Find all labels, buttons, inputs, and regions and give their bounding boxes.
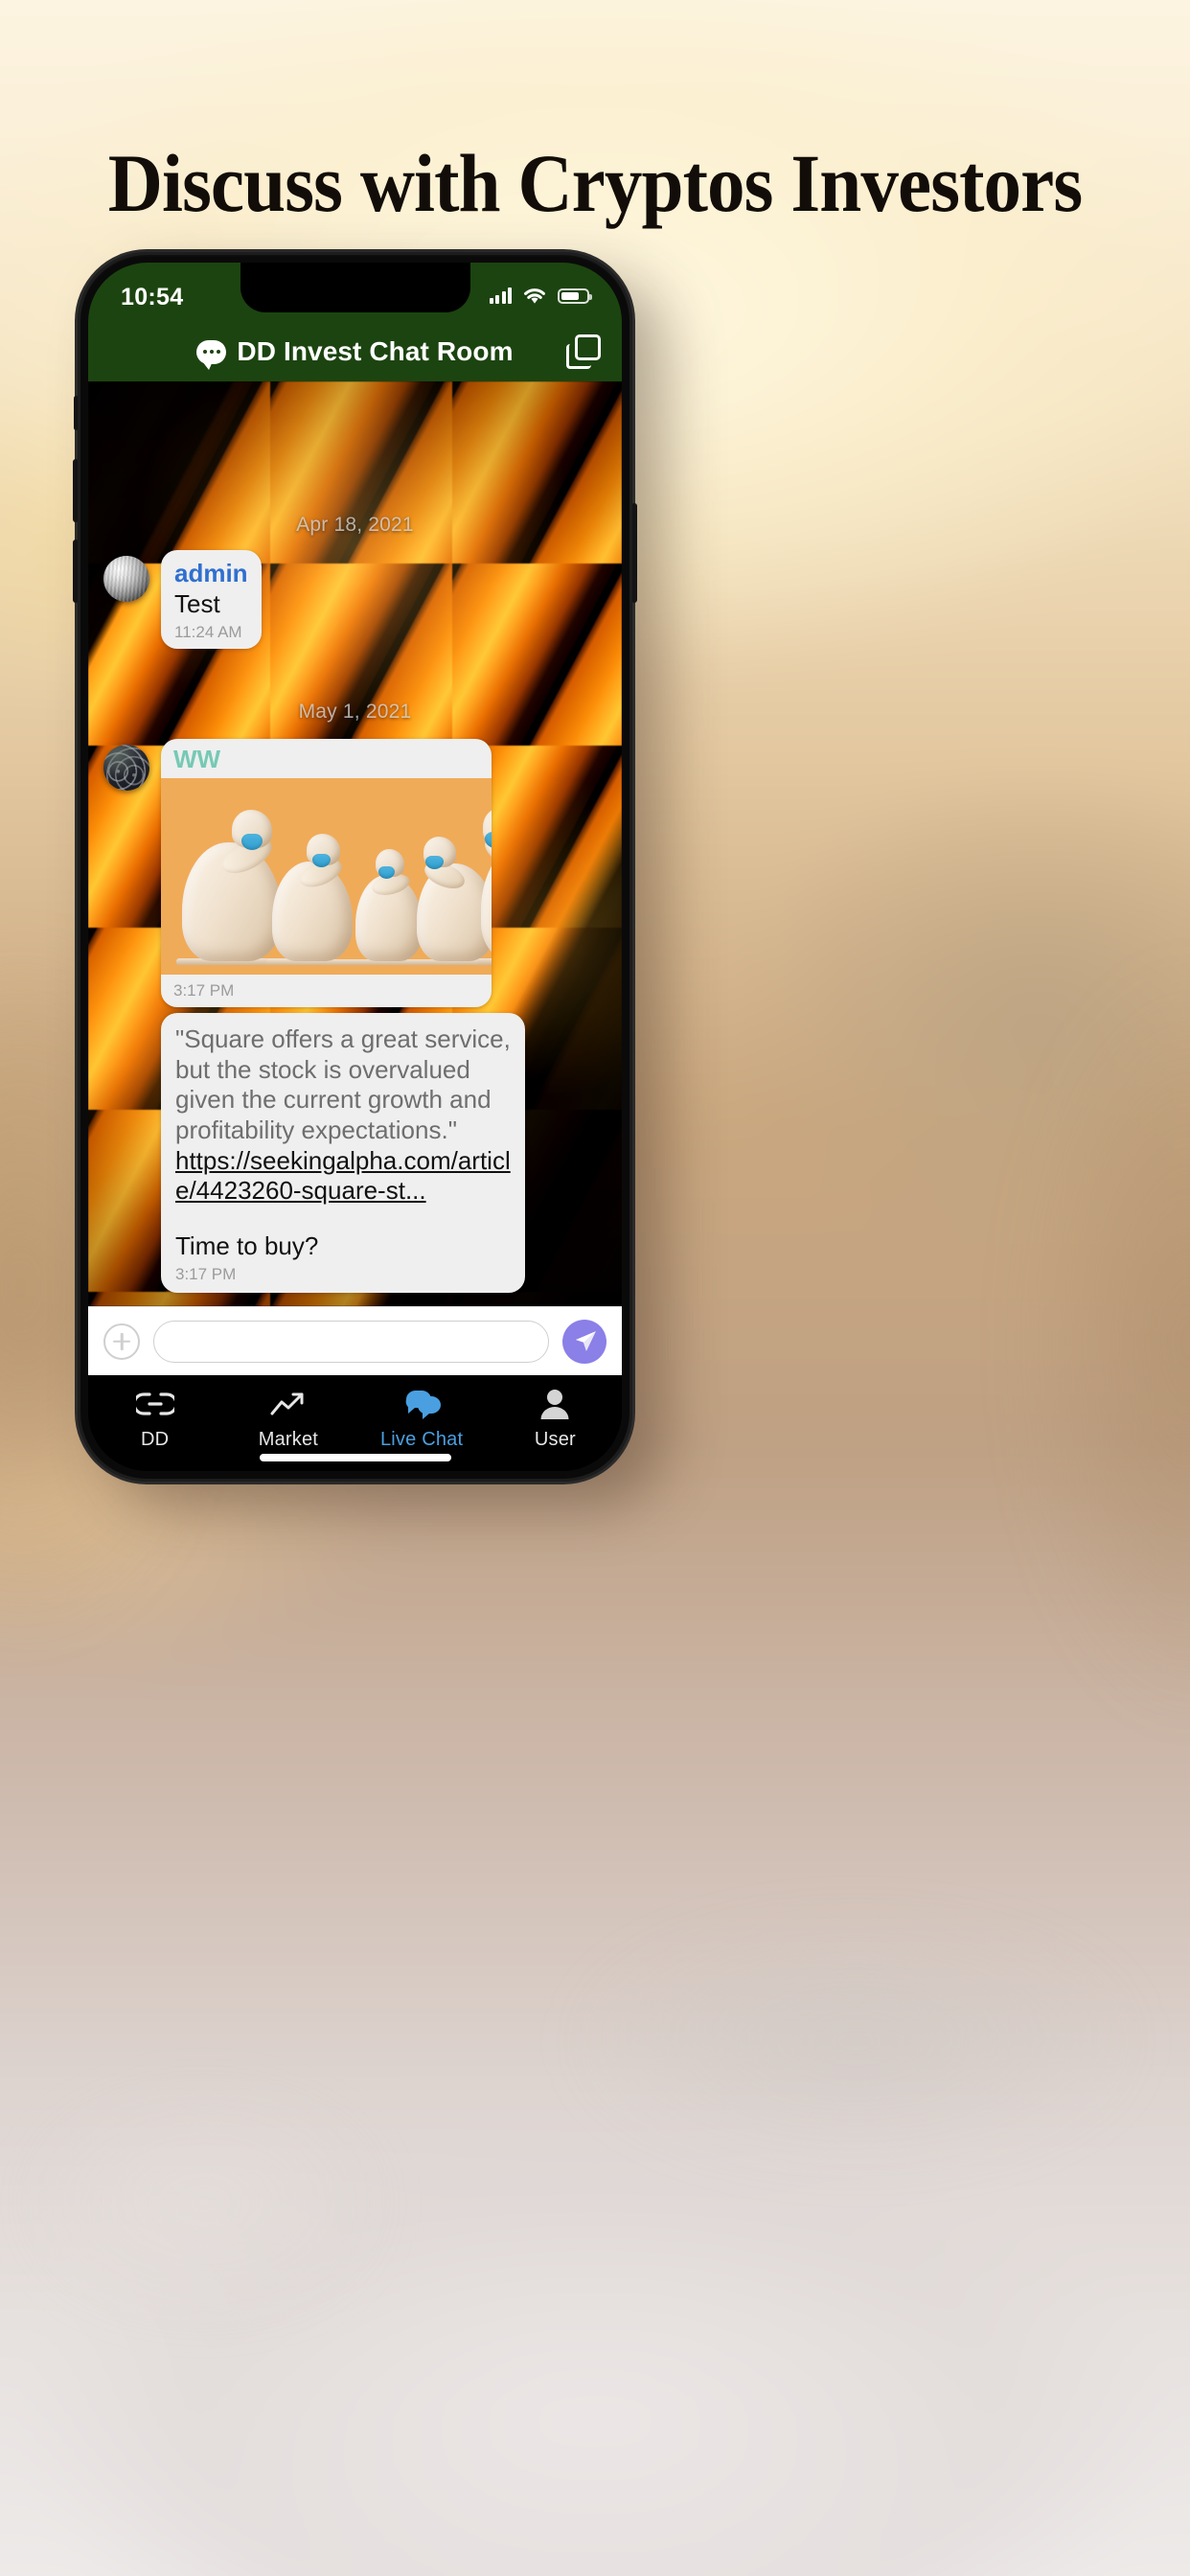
thinker-statues-illustration <box>161 778 492 975</box>
date-separator: May 1, 2021 <box>298 701 412 724</box>
tab-label: Market <box>258 1429 319 1450</box>
page-title: Discuss with Cryptos Investors <box>107 137 1083 229</box>
status-bar-indicators <box>489 287 592 305</box>
phone-screen: 10:54 DD Invest Chat Room Apr 18, 2021 a… <box>88 263 622 1471</box>
phone-mockup: 10:54 DD Invest Chat Room Apr 18, 2021 a… <box>73 252 637 1482</box>
phone-power-button[interactable] <box>631 503 637 603</box>
avatar[interactable] <box>103 556 149 602</box>
copy-duplicate-icon[interactable] <box>566 334 601 369</box>
message-bubble[interactable]: "Square offers a great service, but the … <box>161 1012 525 1293</box>
message-input[interactable] <box>154 1321 548 1362</box>
person-icon <box>538 1387 571 1421</box>
chat-message-area[interactable]: Apr 18, 2021 admin Test 11:24 AM May 1, … <box>88 381 622 1306</box>
phone-volume-down-button[interactable] <box>73 540 79 603</box>
message-link[interactable]: https://seekingalpha.com/article/4423260… <box>175 1146 511 1207</box>
tab-dd[interactable]: DD <box>88 1387 221 1451</box>
message-text: Time to buy? <box>175 1231 319 1261</box>
phone-mute-switch[interactable] <box>74 396 79 430</box>
message-row[interactable]: "Square offers a great service, but the … <box>161 1012 606 1293</box>
message-row[interactable]: admin Test 11:24 AM <box>103 550 606 650</box>
send-paper-plane-icon <box>575 1330 596 1351</box>
phone-volume-up-button[interactable] <box>73 459 79 522</box>
tab-label: DD <box>140 1429 170 1450</box>
message-sender: admin <box>174 559 248 587</box>
message-row[interactable]: WW 3:17 PM <box>103 739 606 1007</box>
message-sender-wrap: WW <box>161 739 492 778</box>
link-icon <box>135 1387 174 1421</box>
status-bar: 10:54 <box>88 263 622 322</box>
chat-bubble-icon <box>196 339 227 370</box>
message-image[interactable] <box>161 778 492 976</box>
chat-room-title: DD Invest Chat Room <box>237 336 514 366</box>
tab-user[interactable]: User <box>489 1387 622 1451</box>
tab-live-chat[interactable]: Live Chat <box>355 1387 489 1451</box>
avatar[interactable] <box>103 745 149 792</box>
message-quote: "Square offers a great service, but the … <box>175 1024 511 1145</box>
wifi-icon <box>524 288 545 304</box>
tab-market[interactable]: Market <box>221 1387 355 1451</box>
send-button[interactable] <box>562 1319 606 1364</box>
battery-icon <box>558 288 592 304</box>
bottom-tab-bar: DD Market Live Chat User <box>88 1375 622 1471</box>
home-indicator[interactable] <box>259 1454 451 1461</box>
date-separator: Apr 18, 2021 <box>296 514 414 536</box>
message-sender: WW <box>173 745 221 774</box>
message-timestamp: 11:24 AM <box>174 622 242 641</box>
message-list: Apr 18, 2021 admin Test 11:24 AM May 1, … <box>88 381 622 1306</box>
message-bubble[interactable]: admin Test 11:24 AM <box>161 550 262 650</box>
message-timestamp: 3:17 PM <box>173 981 235 1000</box>
message-timestamp: 3:17 PM <box>175 1264 237 1283</box>
image-message-bubble[interactable]: WW 3:17 PM <box>161 739 492 1007</box>
status-bar-clock: 10:54 <box>121 284 184 310</box>
message-timestamp-wrap: 3:17 PM <box>161 975 492 1007</box>
message-text: Test <box>174 588 220 618</box>
message-input-wrapper[interactable] <box>153 1320 549 1363</box>
plus-circle-icon[interactable] <box>103 1322 140 1360</box>
chat-room-header: DD Invest Chat Room <box>88 322 622 381</box>
tab-label: Live Chat <box>379 1429 464 1450</box>
phone-notch <box>240 263 470 312</box>
trending-up-icon <box>269 1387 308 1421</box>
chat-room-title-group: DD Invest Chat Room <box>196 336 514 370</box>
cellular-bars-icon <box>489 288 512 304</box>
message-input-bar <box>88 1306 622 1375</box>
tab-label: User <box>534 1429 576 1450</box>
chat-bubbles-icon <box>402 1387 442 1421</box>
